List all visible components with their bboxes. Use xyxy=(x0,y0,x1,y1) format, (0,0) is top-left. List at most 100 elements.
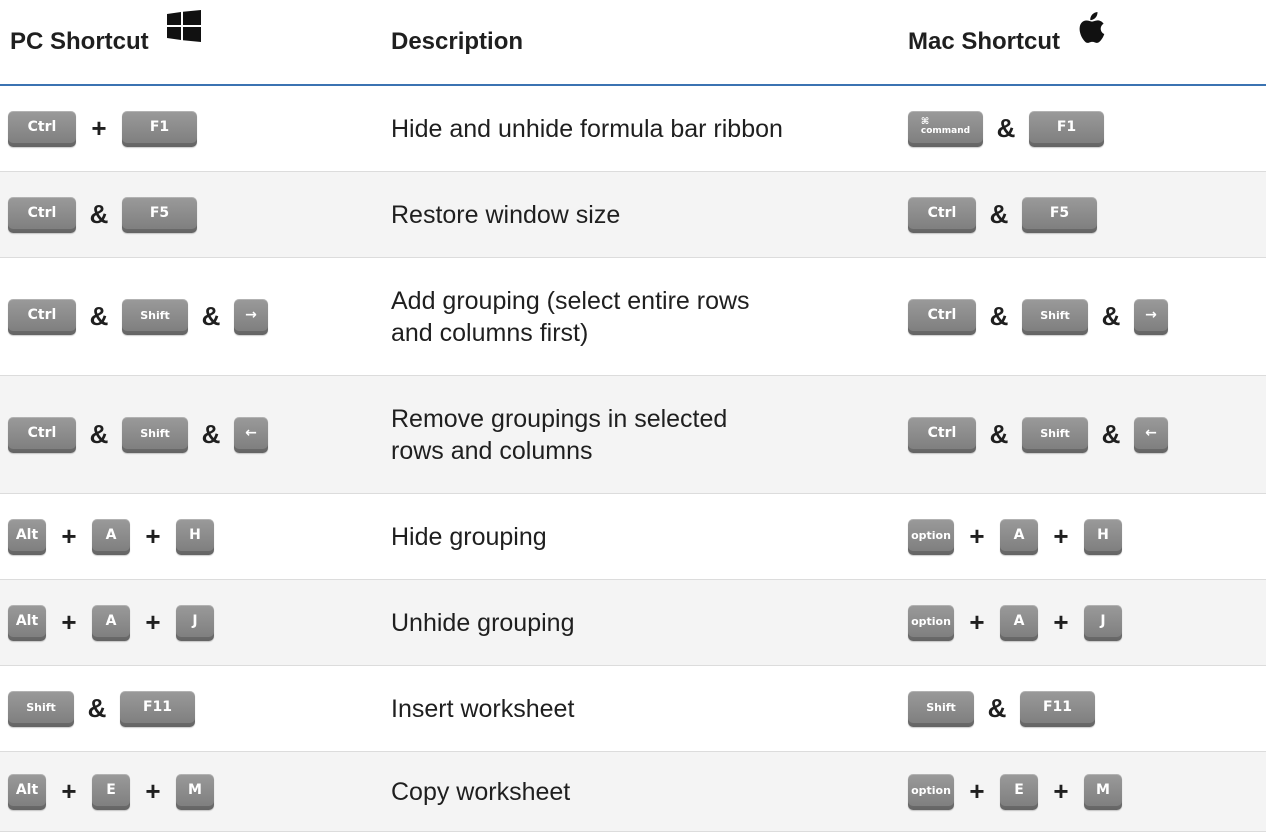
header-pc: PC Shortcut xyxy=(10,10,201,67)
option-key: option xyxy=(908,518,954,555)
f11-key: F11 xyxy=(1020,690,1095,727)
ampersand-separator: & xyxy=(996,113,1016,143)
description-text: Add grouping (select entire rows and col… xyxy=(391,286,750,347)
ampersand-separator: & xyxy=(89,301,109,331)
ampersand-separator: & xyxy=(89,199,109,229)
e-key: E xyxy=(92,773,130,810)
description-cell: Copy worksheet xyxy=(391,752,851,831)
ctrl-key: Ctrl xyxy=(8,416,76,453)
pc-shortcut-cell: Alt + A + J xyxy=(8,580,214,665)
table-row: Ctrl & F5 Restore window size Ctrl & F5 xyxy=(0,172,1266,258)
apple-logo-icon xyxy=(1078,10,1106,51)
pc-shortcut-cell: Alt + E + M xyxy=(8,752,214,831)
a-key: A xyxy=(92,604,130,641)
ampersand-separator: & xyxy=(1101,419,1121,449)
pc-shortcut-cell: Ctrl & F5 xyxy=(8,172,197,257)
pc-shortcut-cell: Ctrl & Shift & ← xyxy=(8,376,268,493)
shift-key: Shift xyxy=(1022,298,1088,335)
description-cell: Restore window size xyxy=(391,172,851,257)
option-key: option xyxy=(908,604,954,641)
shift-key: Shift xyxy=(908,690,974,727)
shift-key: Shift xyxy=(8,690,74,727)
e-key: E xyxy=(1000,773,1038,810)
mac-shortcut-cell: Shift & F11 xyxy=(908,666,1095,751)
description-text: Restore window size xyxy=(391,200,621,229)
description-text: Hide grouping xyxy=(391,522,547,551)
mac-shortcut-cell: option + A + H xyxy=(908,494,1122,579)
shortcut-table: PC Shortcut Description Mac Shortcut Ctr… xyxy=(0,0,1266,832)
description-cell: Insert worksheet xyxy=(391,666,851,751)
plus-separator: + xyxy=(1053,776,1069,806)
m-key: M xyxy=(176,773,214,810)
ampersand-separator: & xyxy=(989,199,1009,229)
description-cell: Hide grouping xyxy=(391,494,851,579)
left-arrow-key: ← xyxy=(234,416,268,453)
plus-separator: + xyxy=(145,607,161,637)
ctrl-key: Ctrl xyxy=(8,196,76,233)
plus-separator: + xyxy=(969,776,985,806)
ctrl-key: Ctrl xyxy=(908,298,976,335)
mac-shortcut-cell: Ctrl & Shift & ← xyxy=(908,376,1168,493)
windows-logo-icon xyxy=(166,10,201,49)
f1-key: F1 xyxy=(1029,110,1104,147)
pc-shortcut-cell: Shift & F11 xyxy=(8,666,195,751)
alt-key: Alt xyxy=(8,518,46,555)
m-key: M xyxy=(1084,773,1122,810)
plus-separator: + xyxy=(969,521,985,551)
description-text: Hide and unhide formula bar ribbon xyxy=(391,114,783,143)
a-key: A xyxy=(1000,604,1038,641)
shift-key: Shift xyxy=(122,298,188,335)
shift-key: Shift xyxy=(122,416,188,453)
j-key: J xyxy=(1084,604,1122,641)
ctrl-key: Ctrl xyxy=(8,110,76,147)
pc-shortcut-cell: Ctrl & Shift & → xyxy=(8,258,268,375)
description-text: Remove groupings in selected rows and co… xyxy=(391,404,728,465)
pc-shortcut-cell: Alt + A + H xyxy=(8,494,214,579)
alt-key: Alt xyxy=(8,773,46,810)
description-text: Insert worksheet xyxy=(391,694,575,723)
plus-separator: + xyxy=(61,776,77,806)
ctrl-key: Ctrl xyxy=(908,416,976,453)
ampersand-separator: & xyxy=(989,301,1009,331)
ampersand-separator: & xyxy=(201,419,221,449)
table-row: Ctrl & Shift & ← Remove groupings in selected… xyxy=(0,376,1266,494)
mac-shortcut-cell: option + A + J xyxy=(908,580,1122,665)
mac-shortcut-cell: Ctrl & Shift & → xyxy=(908,258,1168,375)
header-mac-label: Mac Shortcut xyxy=(908,28,1061,55)
ampersand-separator: & xyxy=(87,693,107,723)
header-pc-label: PC Shortcut xyxy=(10,28,149,55)
table-body: Ctrl + F1 Hide and unhide formula bar ribbo… xyxy=(0,86,1266,832)
plus-separator: + xyxy=(145,776,161,806)
ampersand-separator: & xyxy=(1101,301,1121,331)
ampersand-separator: & xyxy=(89,419,109,449)
mac-shortcut-cell: ⌘ command & F1 xyxy=(908,86,1104,171)
description-cell: Remove groupings in selected rows and co… xyxy=(391,376,851,493)
a-key: A xyxy=(1000,518,1038,555)
right-arrow-key: → xyxy=(1134,298,1168,335)
h-key: H xyxy=(1084,518,1122,555)
j-key: J xyxy=(176,604,214,641)
plus-separator: + xyxy=(969,607,985,637)
table-row: Shift & F11 Insert worksheet Shift & F11 xyxy=(0,666,1266,752)
ctrl-key: Ctrl xyxy=(8,298,76,335)
command-label: command xyxy=(920,126,971,136)
pc-shortcut-cell: Ctrl + F1 xyxy=(8,86,197,171)
h-key: H xyxy=(176,518,214,555)
plus-separator: + xyxy=(1053,521,1069,551)
header-mac: Mac Shortcut xyxy=(908,12,1106,69)
ampersand-separator: & xyxy=(987,693,1007,723)
header-description: Description xyxy=(391,28,523,56)
description-text: Copy worksheet xyxy=(391,777,571,806)
a-key: A xyxy=(92,518,130,555)
mac-shortcut-cell: Ctrl & F5 xyxy=(908,172,1097,257)
f11-key: F11 xyxy=(120,690,195,727)
ctrl-key: Ctrl xyxy=(908,196,976,233)
mac-shortcut-cell: option + E + M xyxy=(908,752,1122,831)
table-row: Ctrl & Shift & → Add grouping (select entire … xyxy=(0,258,1266,376)
description-cell: Unhide grouping xyxy=(391,580,851,665)
option-key: option xyxy=(908,773,954,810)
f1-key: F1 xyxy=(122,110,197,147)
table-row: Alt + E + M Copy worksheet option + E + M xyxy=(0,752,1266,832)
table-row: Alt + A + H Hide grouping option + A + H xyxy=(0,494,1266,580)
description-cell: Hide and unhide formula bar ribbon xyxy=(391,86,851,171)
